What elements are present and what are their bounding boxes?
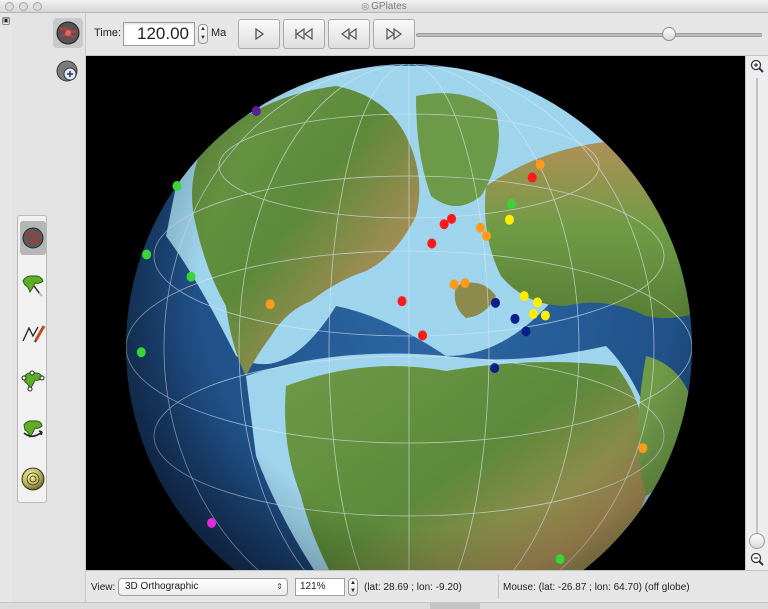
rotate-plate-icon [23,420,43,439]
step-back-button[interactable] [328,19,370,49]
window-titlebar: ◎ GPlates [0,0,768,13]
manipulate-pole-tool[interactable] [20,412,46,446]
feature-marker[interactable] [186,271,196,282]
skip-to-start-icon [295,27,313,41]
zoom-percent-input[interactable]: 121% [295,578,345,596]
feature-marker[interactable] [207,517,217,528]
jump-to-start-button[interactable] [283,19,325,49]
canvas-tool-palette [17,215,47,503]
feature-marker[interactable] [504,214,514,225]
feature-marker[interactable] [491,297,501,308]
time-stepper[interactable]: ▲ ▼ [198,24,208,44]
drag-globe-tool[interactable] [53,18,83,48]
feature-marker[interactable] [521,326,531,337]
feature-marker[interactable] [172,181,182,192]
feature-marker[interactable] [528,308,538,319]
feature-marker[interactable] [532,297,542,308]
feature-marker[interactable] [555,554,565,565]
feature-marker[interactable] [136,347,146,358]
step-forward-button[interactable] [373,19,415,49]
feature-marker[interactable] [418,330,428,341]
bottom-panel-handle[interactable] [430,603,480,609]
globe-shading [126,64,692,570]
window-title: ◎ GPlates [0,0,768,13]
digitise-polyline-icon [22,275,44,297]
view-tools-column [50,13,86,609]
dock-toggle-icon[interactable]: ▣ [2,17,10,25]
timeline-slider-thumb[interactable] [661,27,676,41]
fast-forward-icon [386,27,403,41]
rewind-icon [340,27,357,41]
play-icon [255,27,265,41]
zoom-slider-thumb[interactable] [749,533,765,550]
zoom-out-icon[interactable] [750,552,764,566]
small-circle-icon [21,467,45,491]
feature-marker[interactable] [519,291,529,302]
status-divider [498,575,499,599]
feature-marker[interactable] [447,213,457,224]
globe-canvas[interactable] [86,56,745,570]
feature-marker[interactable] [427,238,437,249]
timeline-slider[interactable] [416,33,762,37]
zoom-stepper[interactable]: ▲ ▼ [348,578,358,596]
feature-marker[interactable] [638,443,648,454]
feature-marker[interactable] [449,279,459,290]
time-input[interactable]: 120.00 [123,22,195,46]
feature-marker[interactable] [507,199,517,210]
draw-line-tool[interactable] [20,316,46,350]
feature-marker[interactable] [490,363,500,374]
globe-3d-view[interactable] [86,56,745,570]
choose-feature-tool[interactable] [20,221,46,255]
stepper-down-icon[interactable]: ▼ [199,34,207,43]
animation-toolbar: Time: 120.00 ▲ ▼ Ma [86,13,768,56]
zoom-slider-bar [745,56,768,570]
bottom-panel-edge [0,602,768,609]
pen-line-icon [22,325,46,343]
feature-marker[interactable] [540,310,550,321]
feature-marker[interactable] [397,296,407,307]
projection-select[interactable]: 3D Orthographic ⇕ [118,578,288,596]
feature-marker[interactable] [527,172,537,183]
move-vertex-tool[interactable] [20,364,46,398]
digitise-polyline-tool[interactable] [20,268,46,302]
zoom-in-icon[interactable] [750,59,764,73]
globe-drag-icon [56,21,80,45]
zoom-globe-tool[interactable] [53,57,83,87]
time-label: Time: [94,27,122,39]
small-circle-tool[interactable] [20,462,46,496]
time-unit-label: Ma [211,27,227,39]
left-dock-strip: ▣ [0,13,12,609]
mouse-coordinates: Mouse: (lat: -26.87 ; lon: 64.70) (off g… [503,582,690,593]
feature-marker[interactable] [251,106,261,117]
feature-marker[interactable] [142,249,152,260]
view-label: View: [91,582,116,593]
window-title-text: GPlates [371,1,407,12]
feature-marker[interactable] [475,222,485,233]
stepper-up-icon[interactable]: ▲ [199,25,207,34]
globe-pick-icon [22,227,44,249]
zoom-slider-track[interactable] [756,78,758,546]
feature-marker[interactable] [439,219,449,230]
select-arrows-icon: ⇕ [276,582,283,591]
zoom-globe-icon [56,60,78,82]
feature-marker[interactable] [460,278,470,289]
feature-marker[interactable] [481,230,491,241]
play-button[interactable] [238,19,280,49]
gplates-app-icon: ◎ [361,1,370,11]
camera-coordinates: (lat: 28.69 ; lon: -9.20) [364,582,462,593]
feature-marker[interactable] [510,313,520,324]
status-bar: View: 3D Orthographic ⇕ 121% ▲ ▼ (lat: 28… [86,570,768,602]
feature-marker[interactable] [265,299,275,310]
projection-value: 3D Orthographic [125,581,199,592]
feature-marker[interactable] [535,159,545,170]
move-vertex-icon [21,370,45,392]
